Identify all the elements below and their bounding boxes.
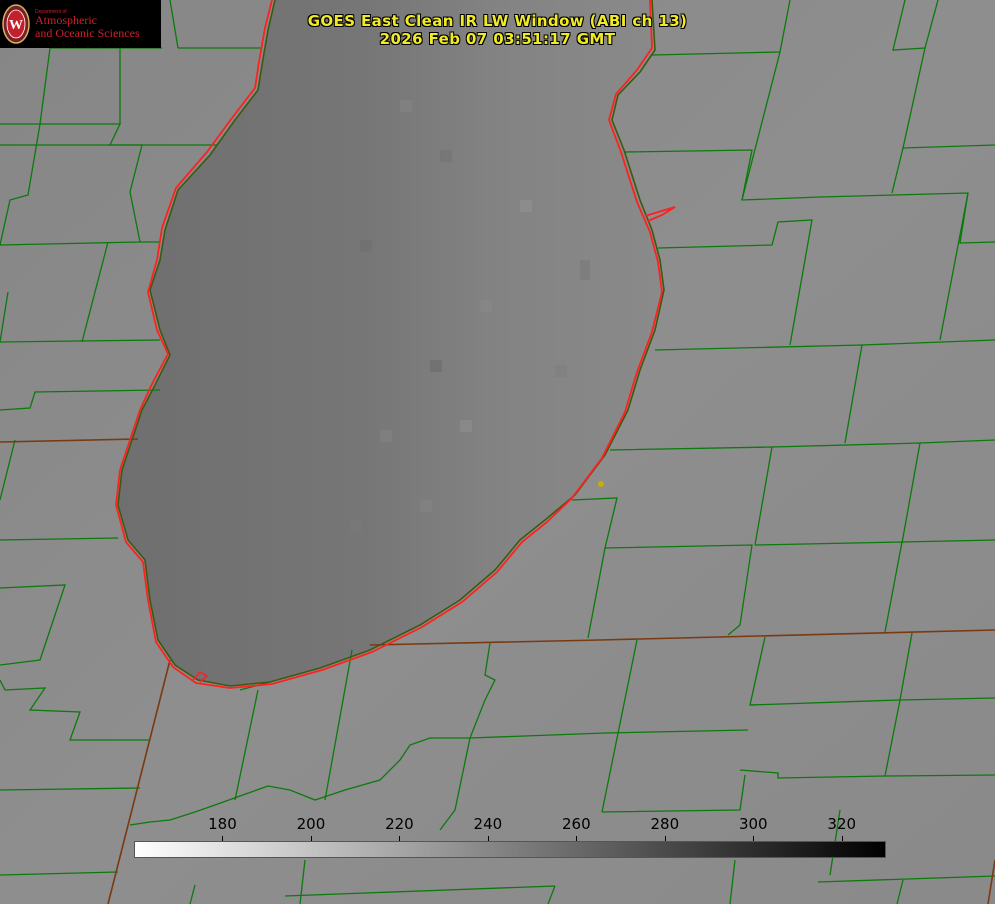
colorbar-tick-mark	[310, 836, 312, 841]
colorbar-tick-mark	[399, 836, 401, 841]
colorbar-tick-label: 220	[385, 815, 414, 833]
colorbar-tick-label: 180	[208, 815, 237, 833]
colorbar-tick-mark	[487, 836, 489, 841]
colorbar-tick-label: 260	[562, 815, 591, 833]
colorbar-tick-mark	[841, 836, 843, 841]
colorbar-tick-mark	[576, 836, 578, 841]
colorbar-tick-label: 240	[473, 815, 503, 833]
colorbar-tick-mark	[664, 836, 666, 841]
image-timestamp: 2026 Feb 07 03:51:17 GMT	[379, 30, 616, 48]
colorbar-tick-label: 320	[827, 815, 857, 833]
image-title: GOES East Clean IR LW Window (ABI ch 13)	[307, 12, 688, 30]
station-marker	[598, 481, 604, 487]
brightness-temperature-colorbar	[134, 841, 886, 858]
colorbar-tick-mark	[753, 836, 755, 841]
colorbar-tick-label: 300	[738, 815, 768, 833]
colorbar-tick-label: 200	[296, 815, 326, 833]
colorbar-tick-mark	[222, 836, 224, 841]
satellite-image-viewer: W Department of Atmospheric and Oceanic …	[0, 0, 995, 904]
satellite-map	[0, 0, 995, 904]
colorbar-tick-label: 280	[650, 815, 680, 833]
